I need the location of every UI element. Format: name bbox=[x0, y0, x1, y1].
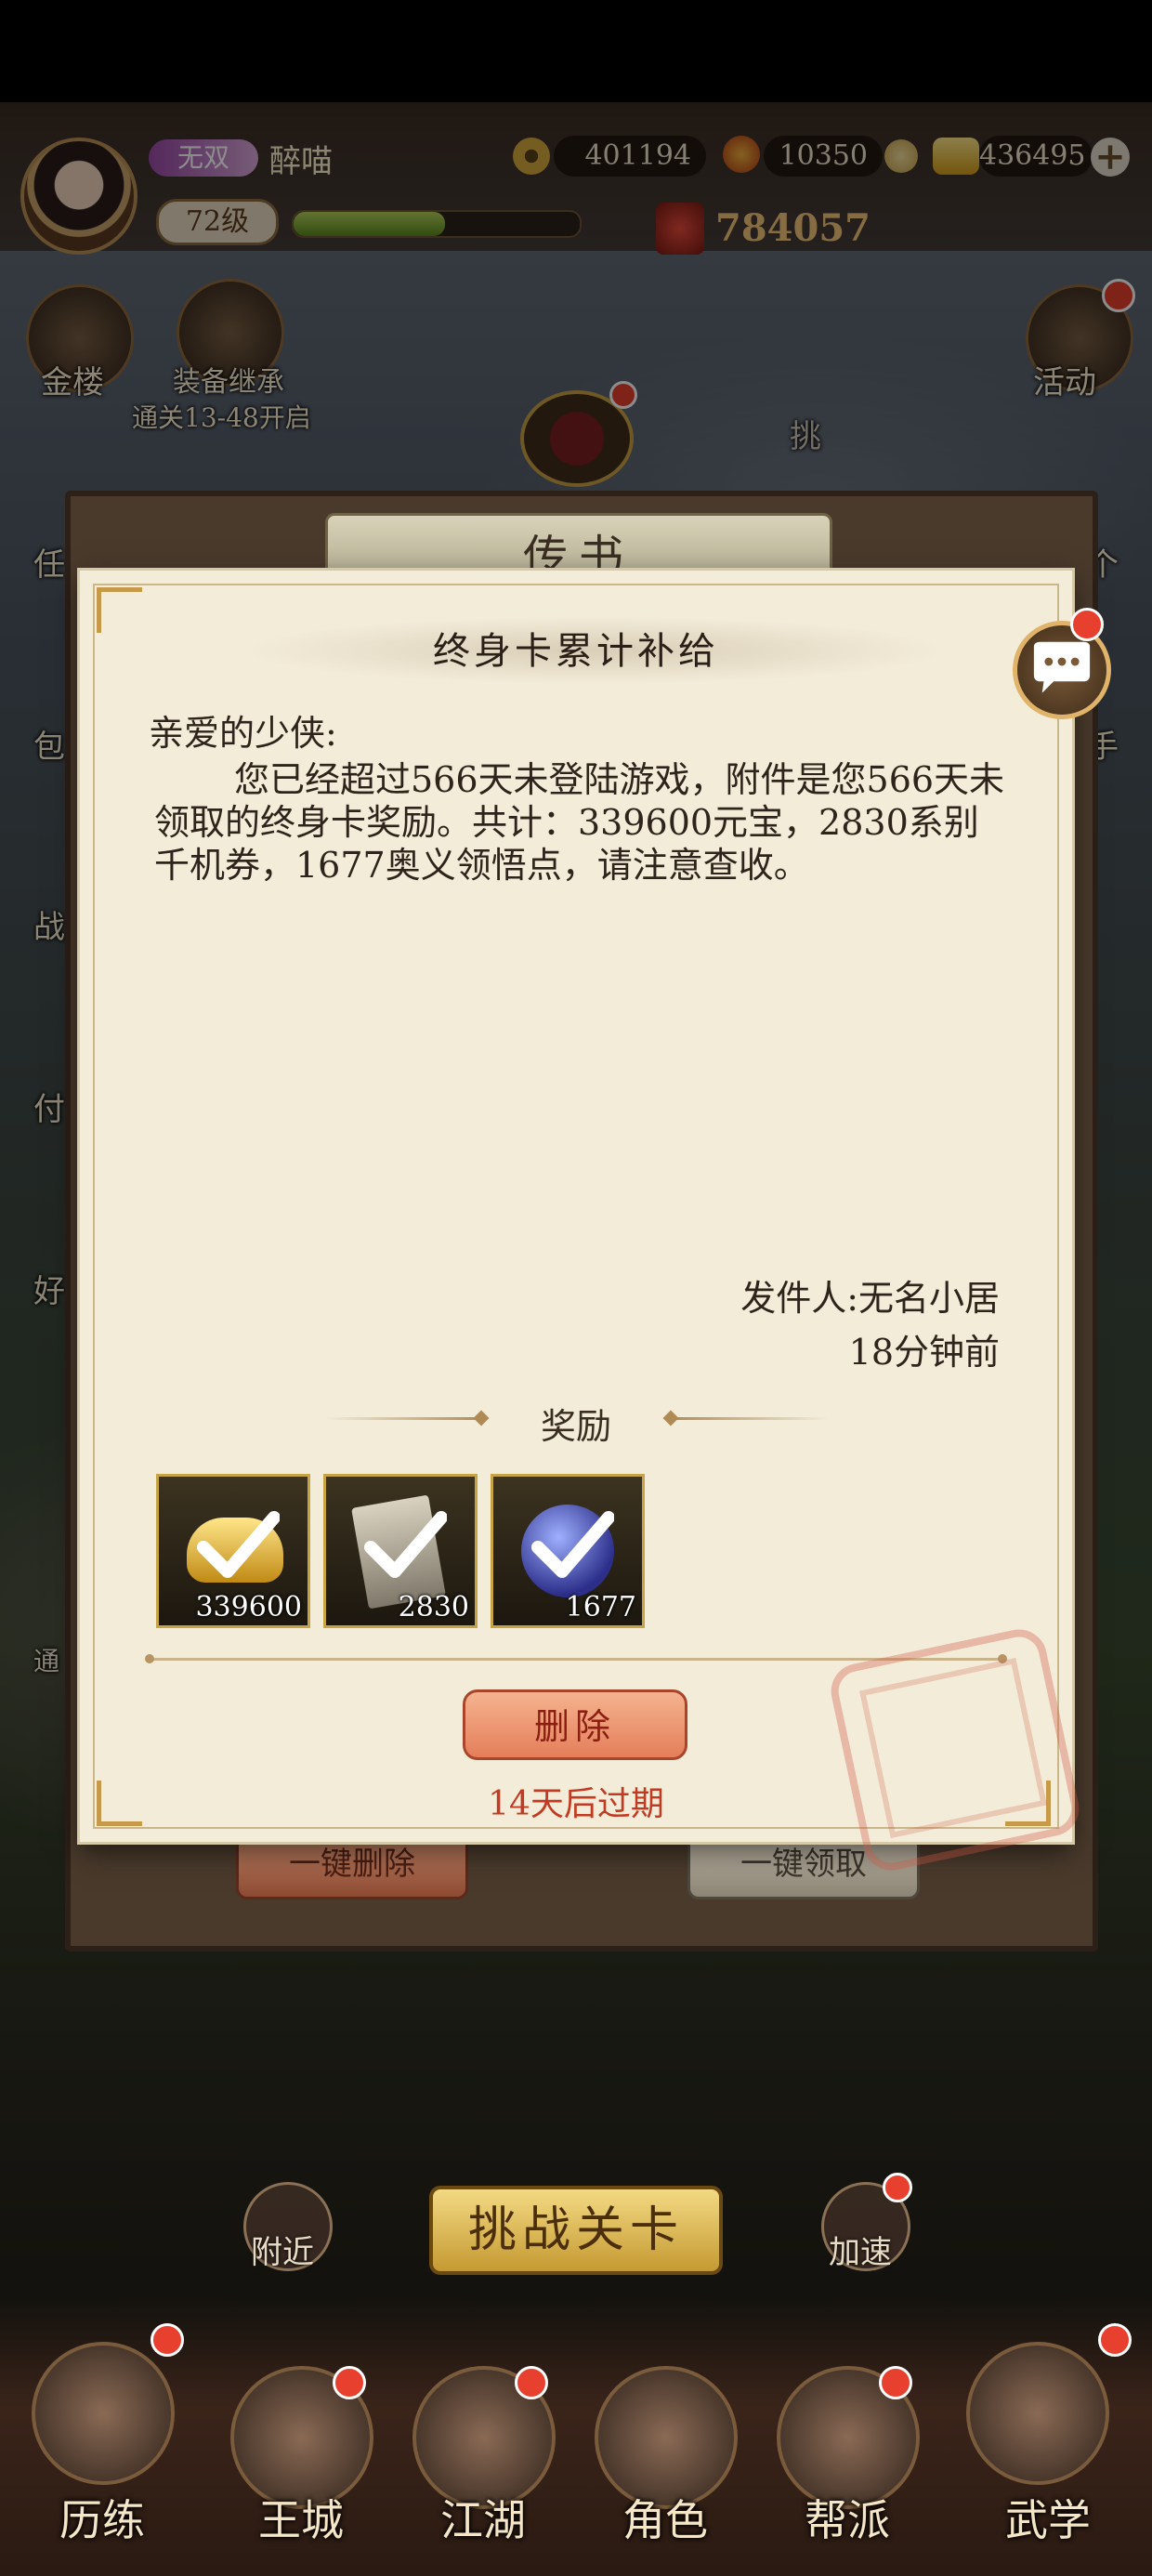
nav-notify-dot bbox=[151, 2323, 184, 2357]
nav-icon-lilian[interactable] bbox=[32, 2342, 175, 2485]
reward-item[interactable]: 2830 bbox=[323, 1474, 478, 1628]
divider-dot bbox=[145, 1654, 154, 1663]
mail-time: 18分钟前 bbox=[848, 1332, 1000, 1373]
reward-divider-left bbox=[325, 1417, 483, 1420]
mail-sender: 发件人:无名小居 bbox=[740, 1278, 1000, 1319]
reward-count: 2830 bbox=[398, 1591, 469, 1623]
reward-title: 奖励 bbox=[540, 1406, 611, 1447]
corner-ornament bbox=[97, 1781, 142, 1826]
nav-label[interactable]: 角色 bbox=[582, 2487, 749, 2548]
nav-label[interactable]: 历练 bbox=[19, 2487, 186, 2548]
nav-label[interactable]: 王城 bbox=[217, 2487, 385, 2548]
nav-label[interactable]: 江湖 bbox=[399, 2487, 567, 2548]
claimed-check-icon bbox=[197, 1511, 280, 1578]
reward-count: 339600 bbox=[195, 1591, 302, 1623]
delete-button[interactable]: 删除 bbox=[463, 1689, 687, 1760]
nav-notify-dot bbox=[1098, 2323, 1132, 2357]
nav-notify-dot bbox=[515, 2366, 548, 2399]
reward-count: 1677 bbox=[565, 1591, 636, 1623]
reward-item[interactable]: 339600 bbox=[156, 1474, 310, 1628]
nav-icon-wuxue[interactable] bbox=[966, 2342, 1109, 2485]
expire-text: 14天后过期 bbox=[488, 1785, 664, 1823]
nearby-label: 附近 bbox=[251, 2234, 314, 2271]
mail-body: 您已经超过566天未登陆游戏，附件是您566天未领取的终身卡奖励。共计：3396… bbox=[154, 759, 1005, 886]
nav-notify-dot bbox=[879, 2366, 912, 2399]
reward-divider-right bbox=[671, 1417, 829, 1420]
speech-bubble-icon bbox=[1033, 641, 1091, 693]
claimed-check-icon bbox=[364, 1511, 447, 1578]
claimed-check-icon bbox=[531, 1511, 614, 1578]
nav-label[interactable]: 帮派 bbox=[764, 2487, 931, 2548]
nav-label[interactable]: 武学 bbox=[964, 2487, 1132, 2548]
challenge-stage-button[interactable]: 挑战关卡 bbox=[429, 2186, 723, 2275]
chat-notify-dot bbox=[1070, 608, 1104, 641]
mail-subject: 终身卡累计补给 bbox=[433, 630, 719, 673]
reward-item[interactable]: 1677 bbox=[491, 1474, 645, 1628]
speedup-label: 加速 bbox=[829, 2234, 892, 2271]
mail-greeting: 亲爱的少侠: bbox=[149, 713, 337, 754]
speedup-notify-dot bbox=[883, 2173, 912, 2202]
nav-notify-dot bbox=[333, 2366, 366, 2399]
